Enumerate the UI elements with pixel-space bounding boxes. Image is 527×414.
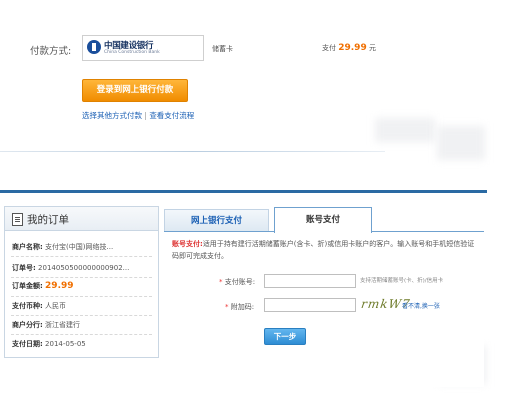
currency-label: 支付币种: xyxy=(12,302,43,310)
order-amount-label: 订单金额: xyxy=(12,282,43,290)
merchant-value: 支付宝(中国)网络技... xyxy=(45,243,114,251)
branch-label: 商户分行: xyxy=(12,321,43,329)
row-divider xyxy=(11,334,152,335)
header-blue-bar xyxy=(0,190,487,193)
order-row-currency: 支付币种: 人民币 xyxy=(12,301,66,311)
amount-prefix: 支付 xyxy=(322,44,336,52)
tab-account-pay[interactable]: 账号支付 xyxy=(274,207,372,233)
required-star: * xyxy=(219,278,223,286)
amount-value: 29.99 xyxy=(338,43,367,53)
login-bank-button[interactable]: 登录到网上银行付款 xyxy=(82,79,188,102)
row-divider xyxy=(11,315,152,316)
row-divider xyxy=(11,296,152,297)
order-panel-header: 我的订单 xyxy=(5,207,158,231)
order-row-branch: 商户分行: 浙江省建行 xyxy=(12,320,80,330)
branch-value: 浙江省建行 xyxy=(45,321,81,329)
merchant-label: 商户名称: xyxy=(12,243,43,251)
pay-date-value: 2014-05-05 xyxy=(45,340,86,348)
other-method-link[interactable]: 选择其他方式付款 xyxy=(82,111,142,120)
order-panel: 我的订单 商户名称: 支付宝(中国)网络技... 订单号: 2014050500… xyxy=(4,206,159,358)
order-number-value: 2014050500000000902... xyxy=(38,264,130,272)
ccb-logo-icon xyxy=(87,40,101,54)
pay-date-label: 支付日期: xyxy=(12,340,43,348)
row-divider xyxy=(11,256,152,257)
required-star: * xyxy=(225,303,229,311)
refresh-captcha-link[interactable]: 看不清,换一张 xyxy=(402,301,440,310)
code-label: * 附加码: xyxy=(225,302,254,312)
code-label-text: 附加码: xyxy=(230,303,255,311)
bank-name-en: China Construction Bank xyxy=(104,50,160,55)
order-title: 我的订单 xyxy=(27,214,69,226)
payment-method-label: 付款方式: xyxy=(30,46,72,57)
order-row-number: 订单号: 2014050500000000902... xyxy=(12,263,129,273)
account-input[interactable] xyxy=(264,274,356,288)
card-type: 储蓄卡 xyxy=(212,45,233,53)
captcha-input[interactable] xyxy=(264,298,356,312)
blur-patch xyxy=(375,118,435,142)
payment-links: 选择其他方式付款 | 查看支付流程 xyxy=(82,110,194,121)
blur-patch xyxy=(437,126,485,160)
desc-text: 适用于持有建行活期储蓄账户(含卡、折)或信用卡账户的客户。输入账号和手机短信验证… xyxy=(172,240,475,260)
account-hint: 支持活期储蓄账号(卡、折)/信用卡 xyxy=(360,278,444,284)
order-row-merchant: 商户名称: 支付宝(中国)网络技... xyxy=(12,242,113,252)
document-icon xyxy=(12,213,23,226)
order-amount-value: 29.99 xyxy=(45,281,74,291)
tab-online-banking[interactable]: 网上银行支付 xyxy=(164,209,269,232)
row-divider xyxy=(11,277,152,278)
link-separator: | xyxy=(144,111,147,120)
currency-value: 人民币 xyxy=(45,302,67,310)
view-flow-link[interactable]: 查看支付流程 xyxy=(149,111,194,120)
payment-amount: 支付 29.99 元 xyxy=(322,43,376,53)
order-row-amount: 订单金额: 29.99 xyxy=(12,281,74,291)
order-row-date: 支付日期: 2014-05-05 xyxy=(12,339,86,349)
next-step-button[interactable]: 下一步 xyxy=(264,328,306,345)
account-label: * 支付账号: xyxy=(219,277,255,287)
desc-title: 账号支付: xyxy=(172,240,203,248)
bank-logo-box: 中国建设银行 China Construction Bank xyxy=(82,35,204,61)
order-number-label: 订单号: xyxy=(12,264,36,272)
account-label-text: 支付账号: xyxy=(224,278,256,286)
account-pay-description: 账号支付:适用于持有建行活期储蓄账户(含卡、折)或信用卡账户的客户。输入账号和手… xyxy=(172,238,478,262)
divider-line xyxy=(0,151,385,152)
captcha-image: rmkW7 xyxy=(360,297,412,311)
amount-suffix: 元 xyxy=(368,44,376,52)
